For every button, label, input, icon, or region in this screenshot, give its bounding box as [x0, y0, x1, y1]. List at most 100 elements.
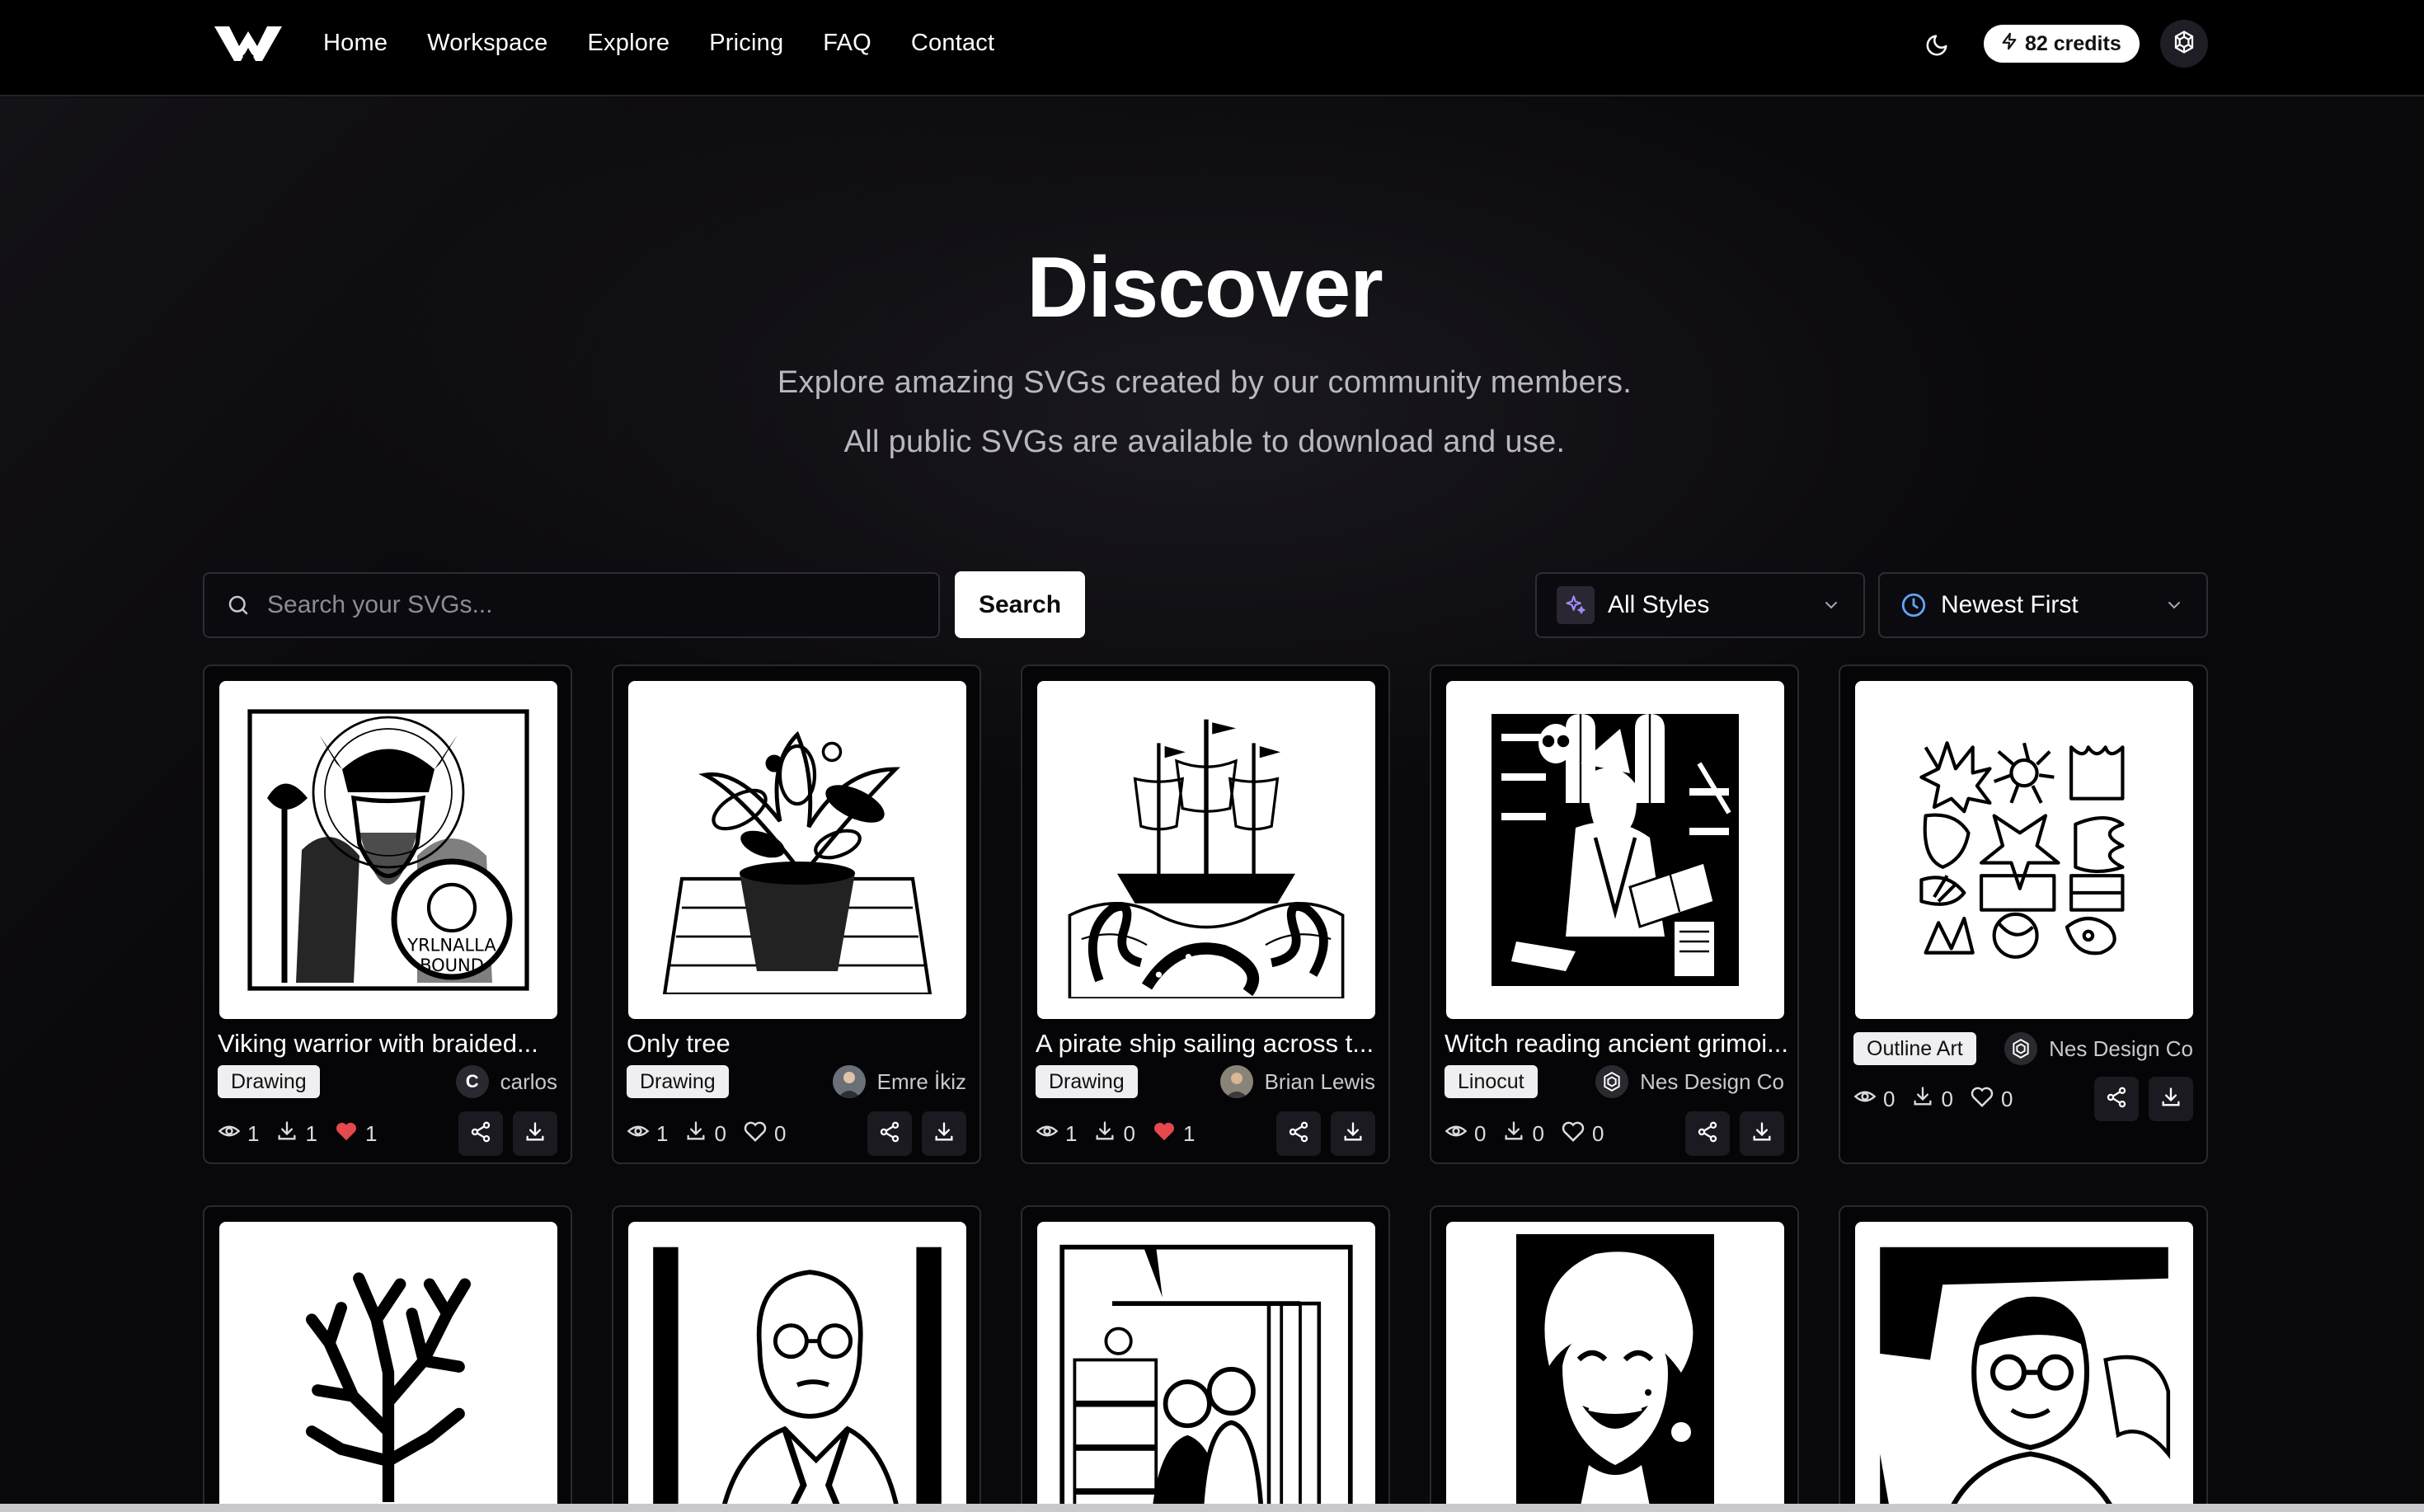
card-actions	[1276, 1111, 1375, 1156]
likes-count: 0	[773, 1120, 787, 1146]
card-author[interactable]: C carlos	[455, 1065, 557, 1098]
card-author[interactable]: Brian Lewis	[1219, 1065, 1375, 1098]
share-button[interactable]	[867, 1111, 912, 1156]
svg-thumbnail[interactable]	[1855, 681, 2193, 1019]
hero-subtitle-line2: All public SVGs are available to downloa…	[843, 425, 1566, 459]
chevron-down-icon	[2163, 594, 2185, 616]
style-badge[interactable]: Drawing	[627, 1065, 729, 1098]
likes-stat[interactable]: 1	[334, 1119, 377, 1149]
heart-icon[interactable]	[743, 1119, 768, 1149]
style-badge[interactable]: Outline Art	[1853, 1032, 1976, 1065]
svg-thumbnail[interactable]	[1855, 1222, 2193, 1512]
likes-count: 0	[2000, 1086, 2013, 1111]
card-stats: 1 0 1	[1036, 1111, 1195, 1156]
share-button[interactable]	[2094, 1077, 2139, 1121]
nav-home[interactable]: Home	[323, 30, 388, 57]
eye-icon	[1853, 1085, 1877, 1114]
svg-card[interactable]: A pirate ship sailing across t... Drawin…	[1021, 664, 1390, 1164]
eye-icon	[627, 1120, 650, 1148]
svg-thumbnail[interactable]	[219, 1222, 557, 1512]
svg-thumbnail[interactable]	[628, 1222, 966, 1512]
nav-pricing[interactable]: Pricing	[709, 30, 783, 57]
svg-card[interactable]: Outline Art Nes Design Co 0 0 0	[1839, 664, 2208, 1164]
svg-card[interactable]	[1839, 1205, 2208, 1512]
likes-count: 1	[1182, 1120, 1196, 1146]
download-icon	[275, 1120, 298, 1148]
card-title[interactable]: Viking warrior with braided...	[218, 1029, 564, 1059]
credits-button[interactable]: 82 credits	[1984, 25, 2140, 63]
style-filter-select[interactable]: All Styles	[1535, 572, 1865, 638]
author-name: Nes Design Co	[1640, 1068, 1784, 1094]
svg-card[interactable]: Only tree Drawing Emre İkiz 1 0 0	[612, 664, 981, 1164]
svg-text:BOUND: BOUND	[420, 956, 484, 975]
card-author[interactable]: Nes Design Co	[1595, 1065, 1784, 1098]
svg-thumbnail[interactable]	[1446, 681, 1784, 1019]
w-logo-icon[interactable]	[213, 23, 284, 64]
sort-select[interactable]: Newest First	[1878, 572, 2208, 638]
svg-thumbnail[interactable]	[1037, 1222, 1375, 1512]
download-button[interactable]	[922, 1111, 966, 1156]
download-button[interactable]	[1331, 1111, 1375, 1156]
heart-filled-icon[interactable]	[1152, 1119, 1177, 1149]
svg-card[interactable]	[612, 1205, 981, 1512]
card-actions	[1685, 1111, 1784, 1156]
style-badge[interactable]: Drawing	[1036, 1065, 1138, 1098]
share-button[interactable]	[458, 1111, 503, 1156]
download-button[interactable]	[2149, 1077, 2193, 1121]
style-badge[interactable]: Drawing	[218, 1065, 320, 1098]
card-stats: 1 1 1	[218, 1111, 377, 1156]
card-author[interactable]: Nes Design Co	[2004, 1032, 2193, 1065]
card-stats: 0 0 0	[1853, 1077, 2013, 1121]
views-stat: 1	[1036, 1120, 1077, 1148]
moon-icon[interactable]	[1919, 28, 1954, 63]
bolt-icon	[2000, 32, 2018, 56]
heart-icon[interactable]	[1970, 1084, 1994, 1115]
svg-thumbnail[interactable]	[1037, 681, 1375, 1019]
card-title[interactable]: Only tree	[627, 1029, 973, 1059]
svg-card[interactable]	[1021, 1205, 1390, 1512]
svg-thumbnail[interactable]	[1446, 1222, 1784, 1512]
clock-icon	[1900, 591, 1928, 619]
share-button[interactable]	[1685, 1111, 1730, 1156]
likes-stat[interactable]: 1	[1152, 1119, 1195, 1149]
main-nav: Home Workspace Explore Pricing FAQ Conta…	[323, 0, 1034, 86]
eye-icon	[1036, 1120, 1059, 1148]
horizontal-scrollbar[interactable]	[0, 1504, 2424, 1512]
svg-card[interactable]: Witch reading ancient grimoi... Linocut …	[1430, 664, 1799, 1164]
heart-filled-icon[interactable]	[334, 1119, 359, 1149]
avatar	[1219, 1065, 1253, 1098]
downloads-stat: 1	[275, 1120, 317, 1148]
search-box	[203, 572, 940, 638]
card-author[interactable]: Emre İkiz	[832, 1065, 966, 1098]
svg-card[interactable]	[1430, 1205, 1799, 1512]
svg-thumbnail[interactable]: YRLNALLA BOUND	[219, 681, 557, 1019]
card-title[interactable]: A pirate ship sailing across t...	[1036, 1029, 1382, 1059]
author-name: carlos	[500, 1068, 557, 1094]
share-button[interactable]	[1276, 1111, 1321, 1156]
card-actions	[2094, 1077, 2193, 1121]
svg-card[interactable]	[203, 1205, 572, 1512]
likes-stat[interactable]: 0	[743, 1119, 786, 1149]
likes-stat[interactable]: 0	[1561, 1119, 1604, 1149]
download-icon	[684, 1120, 707, 1148]
nav-contact[interactable]: Contact	[911, 30, 994, 57]
views-stat: 1	[218, 1120, 259, 1148]
download-icon	[932, 1120, 956, 1148]
eye-icon	[1445, 1120, 1468, 1148]
nav-faq[interactable]: FAQ	[823, 30, 871, 57]
heart-icon[interactable]	[1561, 1119, 1585, 1149]
nav-explore[interactable]: Explore	[588, 30, 670, 57]
style-badge[interactable]: Linocut	[1445, 1065, 1538, 1098]
download-button[interactable]	[1740, 1111, 1784, 1156]
likes-stat[interactable]: 0	[1970, 1084, 2013, 1115]
nav-workspace[interactable]: Workspace	[427, 30, 547, 57]
card-title[interactable]: Witch reading ancient grimoi...	[1445, 1029, 1791, 1059]
views-stat: 1	[627, 1120, 668, 1148]
share-icon	[1287, 1120, 1310, 1148]
svg-card[interactable]: YRLNALLA BOUND Viking warrior with braid…	[203, 664, 572, 1164]
search-input[interactable]	[267, 591, 910, 619]
svg-thumbnail[interactable]	[628, 681, 966, 1019]
download-button[interactable]	[513, 1111, 557, 1156]
search-button[interactable]: Search	[955, 571, 1085, 638]
account-avatar[interactable]	[2160, 20, 2208, 68]
